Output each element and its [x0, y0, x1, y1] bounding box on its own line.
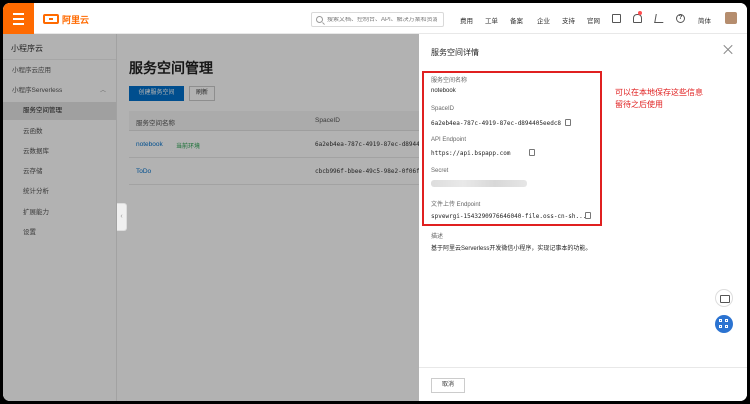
global-search[interactable] [311, 12, 444, 27]
field-value-description: 基于阿里云Serverless开发微信小程序，实现记事本的功能。 [431, 246, 592, 252]
field-label-description: 描述 [431, 234, 444, 240]
nav-support[interactable]: 支持 [562, 15, 575, 25]
search-icon [316, 16, 323, 23]
drawer-footer: 取消 [419, 367, 747, 401]
chat-icon[interactable] [715, 289, 733, 307]
collapse-sidebar-handle[interactable]: ‹ [117, 203, 127, 231]
nav-official-site[interactable]: 官网 [587, 15, 600, 25]
nav-fees[interactable]: 费用 [460, 15, 473, 25]
notification-badge [638, 11, 642, 15]
aliyun-logo[interactable]: 阿里云 [43, 13, 89, 25]
avatar[interactable] [725, 12, 737, 24]
close-icon[interactable] [721, 43, 735, 57]
drawer-title: 服务空间详情 [431, 48, 479, 57]
menu-button[interactable] [3, 3, 34, 34]
cancel-button[interactable]: 取消 [431, 378, 465, 393]
app-window: 阿里云 费用 工单 备案 企业 支持 官网 ? 简体 小程序云 小程序云应用 小… [3, 3, 747, 401]
top-bar: 阿里云 费用 工单 备案 企业 支持 官网 ? 简体 [3, 3, 747, 34]
cart-icon[interactable] [654, 14, 665, 23]
logo-icon [43, 14, 59, 24]
annotation-text: 可以在本地保存这些信息 留待之后使用 [615, 87, 725, 111]
highlight-box [422, 71, 602, 226]
annotation-line: 可以在本地保存这些信息 [615, 88, 703, 97]
nav-icp[interactable]: 备案 [510, 15, 523, 25]
nav-tickets[interactable]: 工单 [485, 15, 498, 25]
terminal-icon[interactable] [612, 14, 621, 23]
search-input[interactable] [327, 16, 437, 23]
nav-enterprise[interactable]: 企业 [537, 15, 550, 25]
annotation-line: 留待之后使用 [615, 100, 663, 109]
logo-text: 阿里云 [62, 14, 90, 25]
hamburger-icon [13, 13, 24, 15]
apps-grid-icon[interactable] [715, 315, 733, 333]
bell-icon[interactable] [633, 14, 642, 23]
help-icon[interactable]: ? [676, 14, 685, 23]
language-switch[interactable]: 简体 [698, 15, 711, 25]
